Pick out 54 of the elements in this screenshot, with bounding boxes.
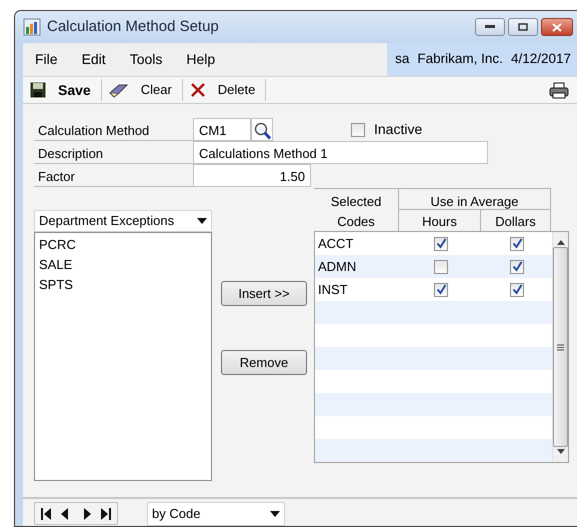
search-icon [254,122,271,140]
menu-item[interactable]: File [23,49,70,70]
company-name: Fabrikam, Inc. [417,50,503,68]
scroll-down-icon[interactable] [556,449,564,454]
delete-button[interactable]: Delete [182,79,266,101]
eraser-icon [108,82,129,98]
list-item[interactable]: SPTS [39,275,207,295]
factor-field[interactable]: 1.50 [193,164,311,187]
checkbox[interactable] [434,260,448,274]
checkbox[interactable] [434,282,448,296]
sort-dropdown[interactable]: by Code [147,502,285,526]
delete-x-icon [190,82,206,98]
checkbox[interactable] [510,260,524,274]
checkbox[interactable] [510,236,524,250]
menu-item[interactable]: Tools [118,49,174,70]
list-item[interactable]: SALE [39,255,207,275]
checkbox-label: Inactive [374,120,422,139]
code-cell-text: ADMN [317,258,358,276]
maximize-button[interactable] [508,18,538,36]
column-header: Use in Average [399,188,551,210]
menu-item[interactable]: Help [174,49,228,70]
checkbox[interactable] [510,282,524,296]
list-item[interactable]: PCRC [39,235,207,255]
first-record-icon[interactable] [41,508,51,520]
dropdown-arrow-icon [270,510,280,516]
minimize-button[interactable] [475,18,505,36]
checkbox[interactable] [351,122,365,136]
user-name: sa [395,50,410,68]
remove-button[interactable]: Remove [221,350,307,375]
lookup-button[interactable] [251,118,273,141]
scrollbar[interactable] [552,232,568,462]
last-record-icon[interactable] [101,508,111,520]
code-cell-text: INST [317,280,349,299]
insert-button[interactable]: Insert >> [221,281,307,306]
column-header: Selected [314,188,399,210]
dropdown-arrow-icon [197,218,207,224]
chart-icon [23,18,41,36]
scroll-up-icon[interactable] [556,240,564,245]
description-field[interactable]: Calculations Method 1 [193,141,488,164]
checkbox[interactable] [434,236,448,250]
exceptions-dropdown[interactable]: Department Exceptions [34,210,212,232]
user-date: 4/12/2017 [510,50,571,68]
menu-item[interactable]: Edit [70,49,118,70]
close-button[interactable] [541,18,573,36]
save-button[interactable]: Save [23,79,102,101]
calculation-method-field[interactable]: CM1 [193,118,251,141]
code-cell-text: ACCT [317,234,354,253]
minimize-icon [485,25,495,29]
close-icon [552,22,562,32]
scroll-thumb[interactable] [553,247,568,447]
maximize-icon [518,23,528,31]
window-title: Calculation Method Setup [47,16,219,37]
clear-button[interactable]: Clear [102,79,183,101]
printer-icon[interactable] [549,82,569,98]
